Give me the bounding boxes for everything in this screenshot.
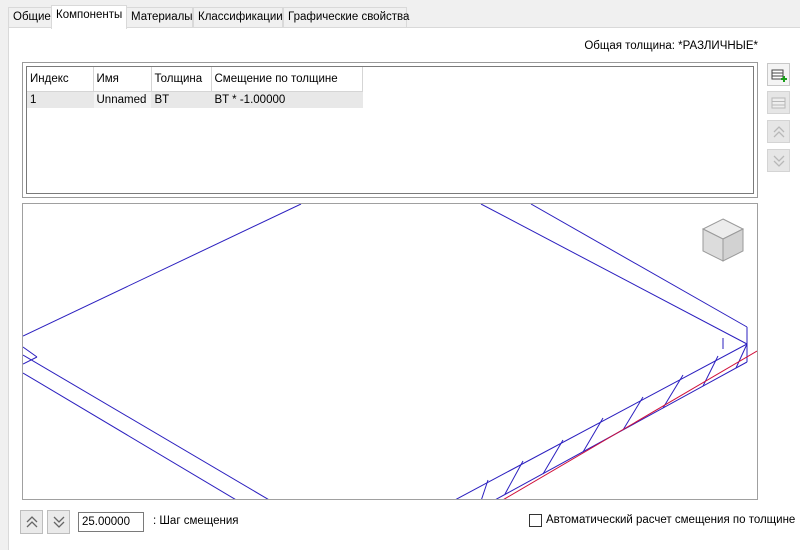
tab-materials-label: Материалы <box>131 11 193 23</box>
cell-index[interactable]: 1 <box>27 91 94 108</box>
step-up-button[interactable] <box>20 510 43 534</box>
cell-offset[interactable]: BT * -1.00000 <box>211 91 363 108</box>
tab-bar: Общие Компоненты Материалы Классификации… <box>0 0 800 29</box>
view-cube-icon[interactable] <box>701 218 745 262</box>
cell-name[interactable]: Unnamed <box>92 91 152 108</box>
tab-graphic-properties-label: Графические свойства <box>288 11 410 23</box>
column-header-index[interactable]: Индекс <box>27 67 94 92</box>
total-thickness-label: Общая толщина: *РАЗЛИЧНЫЕ* <box>584 40 758 52</box>
offset-reference-line <box>503 350 757 499</box>
remove-component-icon <box>771 97 785 108</box>
move-down-button[interactable] <box>767 149 790 172</box>
auto-offset-checkbox[interactable] <box>529 514 542 527</box>
components-grid: Индекс Имя Толщина Смещение по толщине 1… <box>22 62 758 198</box>
offset-step-input[interactable] <box>78 512 144 532</box>
double-chevron-up-icon <box>26 516 37 528</box>
cell-thickness[interactable]: BT <box>151 91 212 108</box>
components-table: Индекс Имя Толщина Смещение по толщине 1… <box>27 67 363 108</box>
auto-offset-label[interactable]: Автоматический расчет смещения по толщин… <box>546 514 795 526</box>
column-header-thickness[interactable]: Толщина <box>151 67 212 92</box>
double-chevron-down-icon <box>53 516 64 528</box>
offset-step-label: : Шаг смещения <box>153 515 239 527</box>
add-component-button[interactable] <box>767 63 790 86</box>
add-component-icon <box>771 69 787 82</box>
tab-components-label: Компоненты <box>56 9 123 21</box>
tab-classifications[interactable]: Классификации <box>193 7 283 28</box>
slab-hatching <box>481 343 748 499</box>
move-up-button[interactable] <box>767 120 790 143</box>
preview-drawing <box>23 204 757 499</box>
slab-edges <box>23 204 748 499</box>
tab-general-label: Общие <box>13 11 51 23</box>
move-up-icon <box>773 125 784 137</box>
tab-graphic-properties[interactable]: Графические свойства <box>283 7 410 28</box>
column-header-name[interactable]: Имя <box>93 67 152 92</box>
step-down-button[interactable] <box>47 510 70 534</box>
column-header-offset[interactable]: Смещение по толщине <box>211 67 363 92</box>
tab-components[interactable]: Компоненты <box>51 5 127 29</box>
move-down-icon <box>773 155 784 167</box>
tab-general[interactable]: Общие <box>8 7 52 28</box>
tab-materials[interactable]: Материалы <box>126 7 193 28</box>
table-row[interactable]: 1 Unnamed BT BT * -1.00000 <box>27 91 363 108</box>
tab-classifications-label: Классификации <box>198 11 283 23</box>
preview-viewport[interactable] <box>22 203 758 500</box>
remove-component-button[interactable] <box>767 91 790 114</box>
